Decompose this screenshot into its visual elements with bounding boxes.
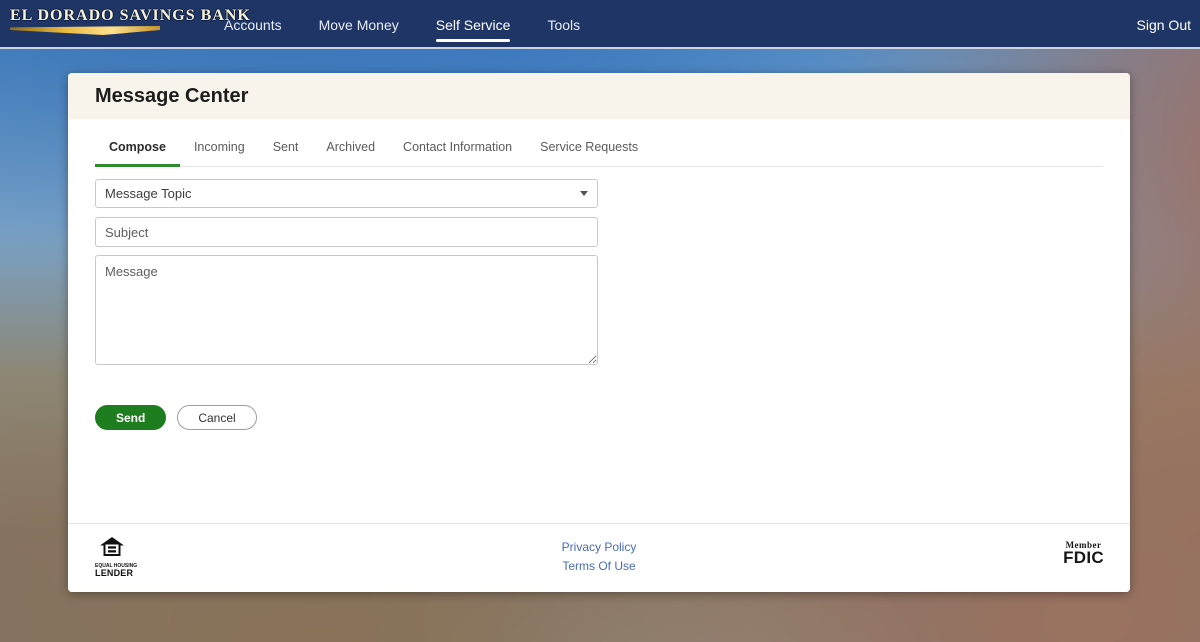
terms-of-use-link[interactable]: Terms Of Use bbox=[68, 557, 1130, 576]
tab-compose[interactable]: Compose bbox=[95, 119, 180, 167]
footer-links: Privacy Policy Terms Of Use bbox=[68, 538, 1130, 575]
nav-item-self-service[interactable]: Self Service bbox=[436, 1, 511, 49]
message-topic-select[interactable]: Message Topic bbox=[95, 179, 598, 208]
nav-item-tools[interactable]: Tools bbox=[547, 1, 580, 49]
compose-form: Message Topic bbox=[95, 179, 598, 365]
cancel-button[interactable]: Cancel bbox=[177, 405, 256, 430]
tab-incoming[interactable]: Incoming bbox=[180, 119, 259, 167]
tab-sent[interactable]: Sent bbox=[259, 119, 313, 167]
tab-archived[interactable]: Archived bbox=[312, 119, 389, 167]
privacy-policy-link[interactable]: Privacy Policy bbox=[68, 538, 1130, 557]
bank-logo[interactable]: EL DORADO SAVINGS BANK bbox=[10, 7, 162, 35]
message-topic-select-value: Message Topic bbox=[105, 186, 191, 201]
message-center-tabs: Compose Incoming Sent Archived Contact I… bbox=[95, 119, 1103, 167]
form-actions: Send Cancel bbox=[95, 405, 1103, 430]
sign-out-button[interactable]: Sign Out bbox=[1137, 0, 1191, 49]
nav-item-move-money[interactable]: Move Money bbox=[319, 1, 399, 49]
nav-item-accounts[interactable]: Accounts bbox=[224, 1, 282, 49]
send-button[interactable]: Send bbox=[95, 405, 166, 430]
tab-contact-information[interactable]: Contact Information bbox=[389, 119, 526, 167]
page-title: Message Center bbox=[95, 85, 248, 108]
bank-logo-swoosh bbox=[10, 26, 160, 35]
bank-logo-text: EL DORADO SAVINGS BANK bbox=[10, 7, 162, 25]
card-header: Message Center bbox=[68, 73, 1130, 119]
message-textarea[interactable] bbox=[95, 255, 598, 365]
message-center-card: Message Center Compose Incoming Sent Arc… bbox=[68, 73, 1130, 592]
subject-input[interactable] bbox=[95, 217, 598, 247]
chevron-down-icon bbox=[580, 191, 588, 196]
primary-nav: Accounts Move Money Self Service Tools bbox=[224, 0, 580, 49]
tab-service-requests[interactable]: Service Requests bbox=[526, 119, 652, 167]
top-navbar: EL DORADO SAVINGS BANK Accounts Move Mon… bbox=[0, 0, 1200, 49]
card-footer: EQUAL HOUSING LENDER Member FDIC Privacy… bbox=[68, 523, 1130, 592]
